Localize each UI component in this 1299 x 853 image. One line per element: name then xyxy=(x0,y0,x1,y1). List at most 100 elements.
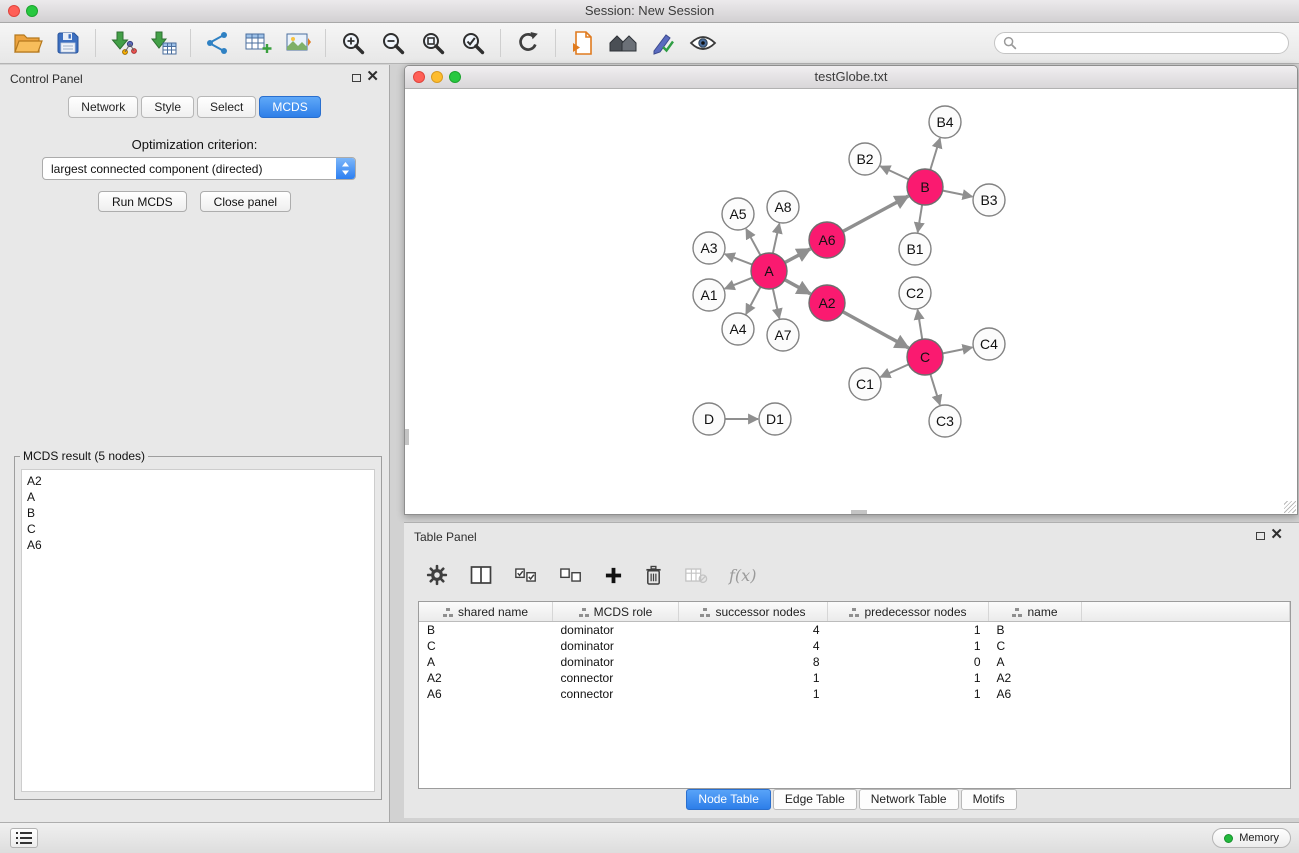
window-titlebar: Session: New Session xyxy=(0,0,1299,23)
vertical-scroll-indicator[interactable] xyxy=(405,429,409,445)
control-panel-float-button[interactable] xyxy=(352,74,361,82)
delete-button[interactable] xyxy=(644,565,663,586)
column-header-shared-name[interactable]: shared name xyxy=(419,602,553,622)
graph-node-A1[interactable]: A1 xyxy=(693,279,725,311)
graph-node-C2[interactable]: C2 xyxy=(899,277,931,309)
application-window: Session: New Session xyxy=(0,0,1299,853)
graph-node-A[interactable]: A xyxy=(751,253,787,289)
refresh-icon xyxy=(515,30,541,56)
zoom-fit-icon xyxy=(420,30,446,56)
export-image-button[interactable] xyxy=(278,25,318,61)
optimization-criterion-dropdown[interactable]: largest connected component (directed) xyxy=(42,157,356,180)
graph-node-C[interactable]: C xyxy=(907,339,943,375)
search-box[interactable] xyxy=(994,32,1289,54)
save-button[interactable] xyxy=(48,25,88,61)
table-panel-float-button[interactable] xyxy=(1256,532,1265,540)
control-panel-close-button[interactable]: ✕ xyxy=(366,68,379,86)
graph-node-C3[interactable]: C3 xyxy=(929,405,961,437)
import-table-button[interactable] xyxy=(143,25,183,61)
svg-text:A8: A8 xyxy=(774,199,791,215)
delete-table-button[interactable] xyxy=(684,566,708,585)
graph-node-C4[interactable]: C4 xyxy=(973,328,1005,360)
table-tab-network-table[interactable]: Network Table xyxy=(859,789,959,810)
share-network-button[interactable] xyxy=(198,25,238,61)
graph-node-A7[interactable]: A7 xyxy=(767,319,799,351)
control-tab-network[interactable]: Network xyxy=(68,96,138,118)
apply-style-button[interactable] xyxy=(643,25,683,61)
graph-node-A2[interactable]: A2 xyxy=(809,285,845,321)
graph-node-D1[interactable]: D1 xyxy=(759,403,791,435)
open-document-button[interactable] xyxy=(563,25,603,61)
column-header-successor-nodes[interactable]: successor nodes xyxy=(679,602,828,622)
graph-node-A5[interactable]: A5 xyxy=(722,198,754,230)
table-tab-motifs[interactable]: Motifs xyxy=(961,789,1017,810)
add-row-button[interactable] xyxy=(604,566,623,585)
graph-node-A3[interactable]: A3 xyxy=(693,232,725,264)
zoom-in-button[interactable] xyxy=(333,25,373,61)
control-tab-mcds[interactable]: MCDS xyxy=(259,96,320,118)
column-header-name[interactable]: name xyxy=(989,602,1082,622)
network-graph[interactable]: A A1 A2 A3 A4 A5 A6 A7 A8 B B1 B2 B3 B4 C C1 C2 C3 C4 D D1 xyxy=(405,89,1297,514)
horizontal-scroll-indicator[interactable] xyxy=(851,510,867,514)
run-mcds-button[interactable]: Run MCDS xyxy=(98,191,187,212)
control-tab-select[interactable]: Select xyxy=(197,96,256,118)
network-window-titlebar[interactable]: testGlobe.txt xyxy=(405,66,1297,89)
network-canvas[interactable]: A A1 A2 A3 A4 A5 A6 A7 A8 B B1 B2 B3 B4 C C1 C2 C3 C4 D D1 xyxy=(405,89,1297,514)
table-settings-button[interactable] xyxy=(426,564,448,586)
select-all-button[interactable] xyxy=(514,567,538,584)
search-input[interactable] xyxy=(1022,35,1280,51)
mcds-result-item[interactable]: C xyxy=(22,521,374,537)
svg-text:B3: B3 xyxy=(980,192,997,208)
list-button[interactable] xyxy=(10,828,38,848)
mcds-result-item[interactable]: A2 xyxy=(22,473,374,489)
import-network-button[interactable] xyxy=(103,25,143,61)
graph-node-B1[interactable]: B1 xyxy=(899,233,931,265)
column-header-MCDS-role[interactable]: MCDS role xyxy=(553,602,679,622)
table-row[interactable]: Bdominator41B xyxy=(419,622,1290,639)
add-table-button[interactable] xyxy=(238,25,278,61)
zoom-out-button[interactable] xyxy=(373,25,413,61)
resize-grip[interactable] xyxy=(1284,501,1296,513)
status-bar: Memory xyxy=(0,822,1299,853)
show-hide-button[interactable] xyxy=(683,25,723,61)
column-header-predecessor-nodes[interactable]: predecessor nodes xyxy=(828,602,989,622)
graph-node-D[interactable]: D xyxy=(693,403,725,435)
show-columns-button[interactable] xyxy=(469,564,493,586)
mcds-result-item[interactable]: B xyxy=(22,505,374,521)
deselect-all-button[interactable] xyxy=(559,567,583,584)
graph-node-B2[interactable]: B2 xyxy=(849,143,881,175)
table-tab-edge-table[interactable]: Edge Table xyxy=(773,789,857,810)
close-panel-button[interactable]: Close panel xyxy=(200,191,291,212)
open-folder-button[interactable] xyxy=(8,25,48,61)
graph-node-B3[interactable]: B3 xyxy=(973,184,1005,216)
graph-node-A6[interactable]: A6 xyxy=(809,222,845,258)
svg-text:B2: B2 xyxy=(856,151,873,167)
zoom-fit-button[interactable] xyxy=(413,25,453,61)
graph-node-C1[interactable]: C1 xyxy=(849,368,881,400)
main-toolbar xyxy=(0,23,1299,64)
memory-button[interactable]: Memory xyxy=(1212,828,1291,848)
mcds-result-item[interactable]: A xyxy=(22,489,374,505)
column-header-filler xyxy=(1082,602,1290,622)
table-row[interactable]: Adominator80A xyxy=(419,654,1290,670)
table-tab-node-table[interactable]: Node Table xyxy=(686,789,771,810)
graph-node-A4[interactable]: A4 xyxy=(722,313,754,345)
function-builder-button[interactable]: f(x) xyxy=(729,566,756,585)
mcds-result-title: MCDS result (5 nodes) xyxy=(20,449,148,463)
table-row[interactable]: A6connector11A6 xyxy=(419,686,1290,702)
table-panel-close-button[interactable]: ✕ xyxy=(1270,526,1283,544)
mcds-result-groupbox: MCDS result (5 nodes) A2ABCA6 xyxy=(14,456,382,800)
graph-node-A8[interactable]: A8 xyxy=(767,191,799,223)
table-row[interactable]: A2connector11A2 xyxy=(419,670,1290,686)
control-tab-style[interactable]: Style xyxy=(141,96,194,118)
mcds-result-item[interactable]: A6 xyxy=(22,537,374,553)
graph-node-B[interactable]: B xyxy=(907,169,943,205)
svg-text:C3: C3 xyxy=(936,413,954,429)
zoom-selected-button[interactable] xyxy=(453,25,493,61)
refresh-button[interactable] xyxy=(508,25,548,61)
table-row[interactable]: Cdominator41C xyxy=(419,638,1290,654)
home-button[interactable] xyxy=(603,25,643,61)
graph-node-B4[interactable]: B4 xyxy=(929,106,961,138)
column-type-icon xyxy=(443,608,453,617)
network-view-window: testGlobe.txt A A1 A2 A3 A4 A5 A6 A7 A8 B B1 B2 B3 B4… xyxy=(404,65,1298,515)
